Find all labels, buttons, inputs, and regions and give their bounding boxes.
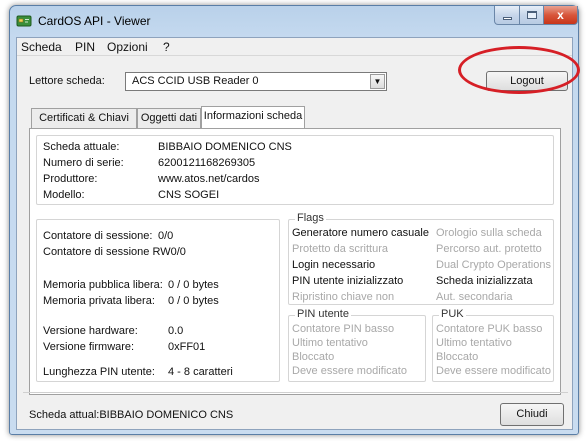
pin-must-change: Deve essere modificato — [292, 365, 407, 377]
manufacturer-value: www.atos.net/cardos — [158, 173, 260, 185]
tab-certificati-label: Certificati & Chiavi — [39, 112, 129, 124]
public-memory-value: 0 / 0 bytes — [168, 279, 219, 291]
current-card-label: Scheda attuale: — [43, 141, 120, 153]
highlight-ellipse — [458, 46, 580, 94]
title-bar[interactable]: CardOS API - Viewer x — [10, 6, 578, 36]
status-text: Scheda attual:BIBBAIO DOMENICO CNS — [29, 409, 234, 421]
maximize-icon — [527, 11, 537, 19]
minimize-icon — [503, 17, 512, 20]
tab-informazioni-scheda-label: Informazioni scheda — [203, 110, 303, 122]
private-memory-label: Memoria privata libera: — [43, 295, 155, 307]
close-button-label: Chiudi — [516, 408, 548, 420]
model-value: CNS SOGEI — [158, 189, 220, 201]
fw-version-label: Versione firmware: — [43, 341, 135, 353]
card-stats-group: Contatore di sessione: 0/0 Contatore di … — [36, 219, 280, 382]
menu-scheda[interactable]: Scheda — [21, 40, 62, 54]
pin-length-label: Lunghezza PIN utente: — [43, 366, 155, 378]
puk-group: PUK Contatore PUK basso Ultimo tentativo… — [432, 308, 554, 382]
pin-last-attempt: Ultimo tentativo — [292, 337, 368, 349]
flag-login-required: Login necessario — [292, 259, 376, 271]
card-info-panel: Scheda attuale: BIBBAIO DOMENICO CNS Num… — [29, 128, 561, 395]
reader-label: Lettore scheda: — [29, 75, 105, 87]
maximize-button[interactable] — [520, 6, 544, 25]
flag-secondary-auth: Aut. secondaria — [436, 291, 513, 303]
card-identity-group: Scheda attuale: BIBBAIO DOMENICO CNS Num… — [36, 135, 554, 205]
flag-user-pin-initialized: PIN utente inizializzato — [292, 275, 404, 287]
minimize-button[interactable] — [494, 6, 520, 25]
footer-divider — [23, 392, 568, 393]
pin-length-value: 4 - 8 caratteri — [168, 366, 233, 378]
hw-version-value: 0.0 — [168, 325, 184, 337]
reader-select-value: ACS CCID USB Reader 0 — [132, 75, 259, 87]
flag-card-initialized: Scheda inizializzata — [436, 275, 533, 287]
pin-low-counter: Contatore PIN basso — [292, 323, 395, 335]
close-button[interactable]: Chiudi — [500, 403, 564, 426]
menu-opzioni[interactable]: Opzioni — [107, 40, 148, 54]
model-label: Modello: — [43, 189, 85, 201]
puk-last-attempt: Ultimo tentativo — [436, 337, 512, 349]
hw-version-label: Versione hardware: — [43, 325, 138, 337]
close-icon: x — [557, 8, 564, 22]
public-memory-label: Memoria pubblica libera: — [43, 279, 163, 291]
serial-number-label: Numero di serie: — [43, 157, 124, 169]
pin-blocked: Bloccato — [292, 351, 335, 363]
flag-dual-crypto: Dual Crypto Operations — [436, 259, 551, 271]
close-window-button[interactable]: x — [544, 6, 578, 25]
reader-select[interactable]: ACS CCID USB Reader 0 ▼ — [125, 72, 387, 91]
puk-blocked: Bloccato — [436, 351, 479, 363]
flag-card-clock: Orologio sulla scheda — [436, 227, 542, 239]
flag-protected-auth-path: Percorso aut. protetto — [436, 243, 542, 255]
tab-oggetti-dati-label: Oggetti dati — [140, 112, 198, 124]
client-area: Scheda PIN Opzioni ? Lettore scheda: ACS… — [16, 37, 573, 430]
puk-title: PUK — [439, 308, 466, 320]
puk-low-counter: Contatore PUK basso — [436, 323, 543, 335]
current-card-value: BIBBAIO DOMENICO CNS — [158, 141, 292, 153]
serial-number-value: 6200121168269305 — [158, 157, 256, 169]
menu-pin[interactable]: PIN — [75, 40, 95, 54]
pin-user-group: PIN utente Contatore PIN basso Ultimo te… — [288, 308, 426, 382]
tab-certificati[interactable]: Certificati & Chiavi — [31, 108, 137, 128]
card-reader-icon — [16, 13, 32, 29]
flag-random-generator: Generatore numero casuale — [292, 227, 429, 239]
private-memory-value: 0 / 0 bytes — [168, 295, 219, 307]
session-counter-value: 0/0 — [158, 230, 174, 242]
flags-title: Flags — [295, 212, 326, 224]
session-counter-label: Contatore di sessione: — [43, 230, 153, 242]
tab-informazioni-scheda[interactable]: Informazioni scheda — [201, 106, 305, 128]
chevron-down-icon[interactable]: ▼ — [370, 74, 385, 89]
pin-user-title: PIN utente — [295, 308, 351, 320]
flags-group: Flags Generatore numero casuale Protetto… — [288, 212, 554, 305]
window-title: CardOS API - Viewer — [38, 14, 151, 28]
session-counter-rw: Contatore di sessione RW0/0 — [43, 246, 186, 258]
tab-oggetti-dati[interactable]: Oggetti dati — [137, 108, 201, 128]
menu-help[interactable]: ? — [163, 40, 170, 54]
flag-write-protected: Protetto da scrittura — [292, 243, 388, 255]
manufacturer-label: Produttore: — [43, 173, 98, 185]
fw-version-value: 0xFF01 — [168, 341, 206, 353]
flag-key-restore: Ripristino chiave non — [292, 291, 395, 303]
puk-must-change: Deve essere modificato — [436, 365, 551, 377]
